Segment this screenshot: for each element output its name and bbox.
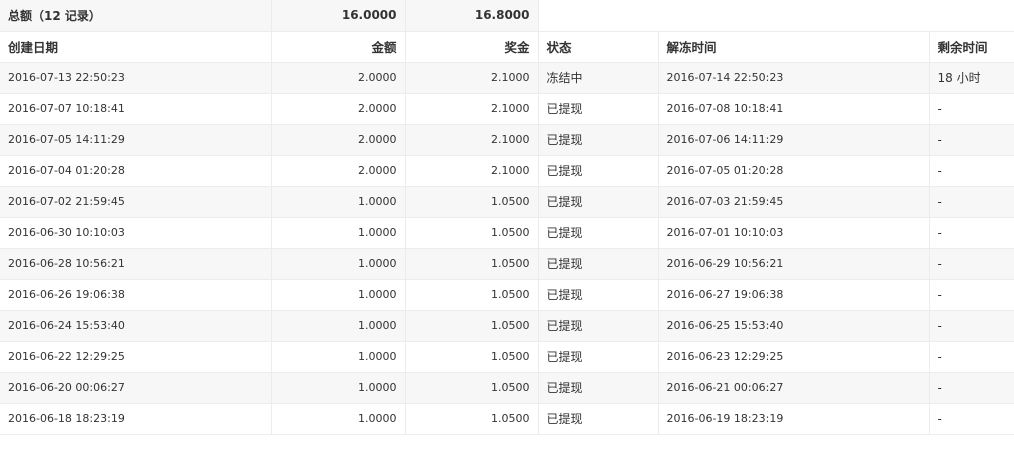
cell-status: 已提现 <box>538 124 659 156</box>
cell-remaining: - <box>929 217 1014 249</box>
cell-amount: 1.0000 <box>271 186 406 218</box>
cell-amount: 1.0000 <box>271 310 406 342</box>
cell-created: 2016-06-24 15:53:40 <box>0 310 272 342</box>
cell-remaining: - <box>929 93 1014 125</box>
table-row: 2016-06-22 12:29:25 1.0000 1.0500 已提现 2016-0… <box>0 341 1014 373</box>
cell-bonus: 1.0500 <box>405 372 539 404</box>
cell-bonus: 2.1000 <box>405 93 539 125</box>
cell-unfreeze: 2016-06-21 00:06:27 <box>658 372 930 404</box>
table-row: 2016-06-28 10:56:21 1.0000 1.0500 已提现 2016-0… <box>0 248 1014 280</box>
cell-created: 2016-06-18 18:23:19 <box>0 403 272 435</box>
cell-status: 已提现 <box>538 217 659 249</box>
cell-bonus: 2.1000 <box>405 155 539 187</box>
cell-created: 2016-06-30 10:10:03 <box>0 217 272 249</box>
cell-created: 2016-07-02 21:59:45 <box>0 186 272 218</box>
cell-status: 已提现 <box>538 93 659 125</box>
header-row: 创建日期 金额 奖金 状态 解冻时间 剩余时间 <box>0 31 1014 63</box>
cell-unfreeze: 2016-06-29 10:56:21 <box>658 248 930 280</box>
cell-unfreeze: 2016-07-14 22:50:23 <box>658 62 930 94</box>
cell-amount: 2.0000 <box>271 155 406 187</box>
cell-remaining: - <box>929 186 1014 218</box>
cell-amount: 1.0000 <box>271 372 406 404</box>
column-header-status: 状态 <box>538 31 659 63</box>
cell-remaining: - <box>929 279 1014 311</box>
cell-bonus: 2.1000 <box>405 62 539 94</box>
summary-label: 总额（12 记录） <box>0 0 272 32</box>
cell-bonus: 1.0500 <box>405 279 539 311</box>
cell-bonus: 1.0500 <box>405 248 539 280</box>
cell-remaining: - <box>929 341 1014 373</box>
cell-unfreeze: 2016-06-25 15:53:40 <box>658 310 930 342</box>
cell-unfreeze: 2016-07-06 14:11:29 <box>658 124 930 156</box>
cell-amount: 2.0000 <box>271 93 406 125</box>
table-row: 2016-07-13 22:50:23 2.0000 2.1000 冻结中 2016-0… <box>0 62 1014 94</box>
column-header-unfreeze: 解冻时间 <box>658 31 930 63</box>
column-header-bonus: 奖金 <box>405 31 539 63</box>
cell-bonus: 1.0500 <box>405 310 539 342</box>
column-header-created: 创建日期 <box>0 31 272 63</box>
cell-created: 2016-07-04 01:20:28 <box>0 155 272 187</box>
cell-created: 2016-06-28 10:56:21 <box>0 248 272 280</box>
records-table: 总额（12 记录） 16.0000 16.8000 创建日期 金额 奖金 状态 … <box>0 0 1014 435</box>
cell-remaining: - <box>929 372 1014 404</box>
summary-amount-total: 16.0000 <box>271 0 406 32</box>
cell-amount: 2.0000 <box>271 124 406 156</box>
summary-bonus-total: 16.8000 <box>405 0 539 32</box>
table-row: 2016-06-30 10:10:03 1.0000 1.0500 已提现 2016-0… <box>0 217 1014 249</box>
cell-created: 2016-06-22 12:29:25 <box>0 341 272 373</box>
column-header-amount: 金额 <box>271 31 406 63</box>
cell-remaining: - <box>929 403 1014 435</box>
cell-amount: 1.0000 <box>271 279 406 311</box>
cell-bonus: 1.0500 <box>405 217 539 249</box>
summary-row: 总额（12 记录） 16.0000 16.8000 <box>0 0 1014 32</box>
table-row: 2016-07-04 01:20:28 2.0000 2.1000 已提现 2016-0… <box>0 155 1014 187</box>
cell-unfreeze: 2016-07-08 10:18:41 <box>658 93 930 125</box>
cell-unfreeze: 2016-07-01 10:10:03 <box>658 217 930 249</box>
cell-unfreeze: 2016-06-19 18:23:19 <box>658 403 930 435</box>
cell-amount: 1.0000 <box>271 217 406 249</box>
cell-status: 已提现 <box>538 372 659 404</box>
cell-status: 已提现 <box>538 155 659 187</box>
cell-bonus: 1.0500 <box>405 341 539 373</box>
table-row: 2016-07-07 10:18:41 2.0000 2.1000 已提现 2016-0… <box>0 93 1014 125</box>
table-row: 2016-07-05 14:11:29 2.0000 2.1000 已提现 2016-0… <box>0 124 1014 156</box>
table-row: 2016-06-18 18:23:19 1.0000 1.0500 已提现 2016-0… <box>0 403 1014 435</box>
cell-created: 2016-07-07 10:18:41 <box>0 93 272 125</box>
cell-status: 冻结中 <box>538 62 659 94</box>
cell-remaining: - <box>929 124 1014 156</box>
cell-created: 2016-07-13 22:50:23 <box>0 62 272 94</box>
cell-status: 已提现 <box>538 248 659 280</box>
cell-bonus: 1.0500 <box>405 186 539 218</box>
cell-remaining: - <box>929 310 1014 342</box>
cell-status: 已提现 <box>538 403 659 435</box>
table-row: 2016-06-24 15:53:40 1.0000 1.0500 已提现 2016-0… <box>0 310 1014 342</box>
cell-created: 2016-06-20 00:06:27 <box>0 372 272 404</box>
cell-status: 已提现 <box>538 186 659 218</box>
cell-amount: 1.0000 <box>271 403 406 435</box>
cell-unfreeze: 2016-06-23 12:29:25 <box>658 341 930 373</box>
cell-unfreeze: 2016-07-05 01:20:28 <box>658 155 930 187</box>
summary-empty-cell <box>538 0 1014 32</box>
cell-created: 2016-06-26 19:06:38 <box>0 279 272 311</box>
cell-bonus: 1.0500 <box>405 403 539 435</box>
cell-amount: 1.0000 <box>271 248 406 280</box>
cell-remaining: 18 小时 <box>929 62 1014 94</box>
cell-status: 已提现 <box>538 341 659 373</box>
table-row: 2016-06-20 00:06:27 1.0000 1.0500 已提现 2016-0… <box>0 372 1014 404</box>
column-header-remaining: 剩余时间 <box>929 31 1014 63</box>
cell-status: 已提现 <box>538 310 659 342</box>
cell-status: 已提现 <box>538 279 659 311</box>
cell-unfreeze: 2016-07-03 21:59:45 <box>658 186 930 218</box>
cell-bonus: 2.1000 <box>405 124 539 156</box>
cell-amount: 1.0000 <box>271 341 406 373</box>
cell-created: 2016-07-05 14:11:29 <box>0 124 272 156</box>
cell-remaining: - <box>929 155 1014 187</box>
cell-amount: 2.0000 <box>271 62 406 94</box>
cell-unfreeze: 2016-06-27 19:06:38 <box>658 279 930 311</box>
table-row: 2016-07-02 21:59:45 1.0000 1.0500 已提现 2016-0… <box>0 186 1014 218</box>
cell-remaining: - <box>929 248 1014 280</box>
table-row: 2016-06-26 19:06:38 1.0000 1.0500 已提现 2016-0… <box>0 279 1014 311</box>
